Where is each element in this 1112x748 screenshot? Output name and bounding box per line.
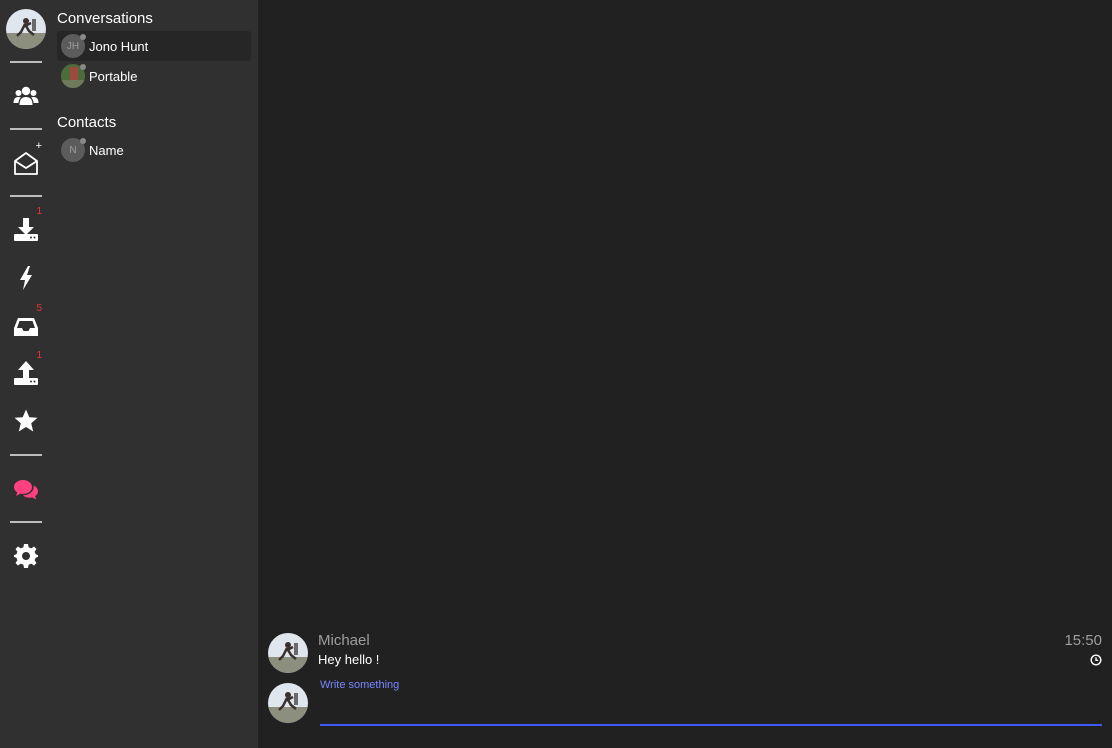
- user-avatar[interactable]: [6, 9, 46, 49]
- comments-icon: [14, 480, 38, 500]
- groups-button[interactable]: [8, 78, 44, 114]
- compose-plus: +: [35, 140, 42, 152]
- downloads-button[interactable]: 1: [8, 207, 44, 247]
- avatar-initials: N: [69, 144, 77, 156]
- favorites-button[interactable]: [8, 403, 44, 439]
- app-window: + 1 5 1 Conversations JH Jono Hunt Porta…: [0, 0, 1112, 748]
- icon-sidebar: + 1 5 1: [0, 0, 52, 748]
- rail-separator: [10, 195, 42, 197]
- avatar: N: [61, 138, 86, 162]
- message-input[interactable]: [320, 694, 1102, 726]
- avatar: JH: [61, 34, 86, 58]
- conversations-title: Conversations: [57, 10, 153, 27]
- message-author: Michael: [318, 632, 370, 649]
- presence-dot: [80, 64, 86, 70]
- avatar-image: [268, 633, 308, 673]
- message-avatar[interactable]: [268, 633, 308, 673]
- settings-button[interactable]: [8, 538, 44, 574]
- activity-button[interactable]: [8, 260, 44, 296]
- bolt-icon: [20, 266, 32, 290]
- conversation-name: Jono Hunt: [89, 38, 149, 54]
- presence-dot: [80, 34, 86, 40]
- rail-separator: [10, 61, 42, 63]
- conversation-item[interactable]: JH Jono Hunt: [57, 31, 251, 61]
- upload-icon: [14, 361, 38, 385]
- rail-separator: [10, 521, 42, 523]
- uploads-button[interactable]: 1: [8, 351, 44, 391]
- rail-separator: [10, 128, 42, 130]
- message-text: Hey hello !: [318, 652, 380, 667]
- inbox-badge: 5: [36, 303, 42, 314]
- avatar-image: [6, 9, 46, 49]
- clock-icon: [1090, 654, 1102, 666]
- users-icon: [13, 86, 39, 105]
- chat-button[interactable]: [8, 472, 44, 508]
- avatar-image: [268, 683, 308, 723]
- conversation-item[interactable]: Portable: [57, 61, 251, 91]
- inbox-icon: [14, 318, 38, 336]
- envelope-open-icon: [14, 152, 38, 175]
- compose-label: Write something: [320, 679, 400, 691]
- contact-item[interactable]: N Name: [57, 135, 251, 165]
- inbox-button[interactable]: 5: [8, 304, 44, 344]
- download-badge: 1: [36, 206, 42, 217]
- conversation-name: Portable: [89, 68, 138, 84]
- contacts-title: Contacts: [57, 114, 117, 131]
- avatar-initials: JH: [66, 40, 80, 52]
- avatar: [61, 64, 86, 88]
- contact-name: Name: [89, 142, 124, 158]
- gear-icon: [14, 544, 38, 568]
- star-icon: [14, 409, 38, 432]
- compose-avatar: [268, 683, 308, 723]
- rail-separator: [10, 454, 42, 456]
- conversations-panel: Conversations JH Jono Hunt Portable Cont…: [52, 0, 258, 748]
- message-time: 15:50: [1064, 632, 1102, 649]
- download-icon: [14, 218, 38, 241]
- upload-badge: 1: [36, 350, 42, 361]
- chat-area: Michael 15:50 Hey hello ! Write somethin…: [258, 0, 1112, 748]
- presence-dot: [80, 138, 86, 144]
- new-message-button[interactable]: +: [8, 141, 44, 181]
